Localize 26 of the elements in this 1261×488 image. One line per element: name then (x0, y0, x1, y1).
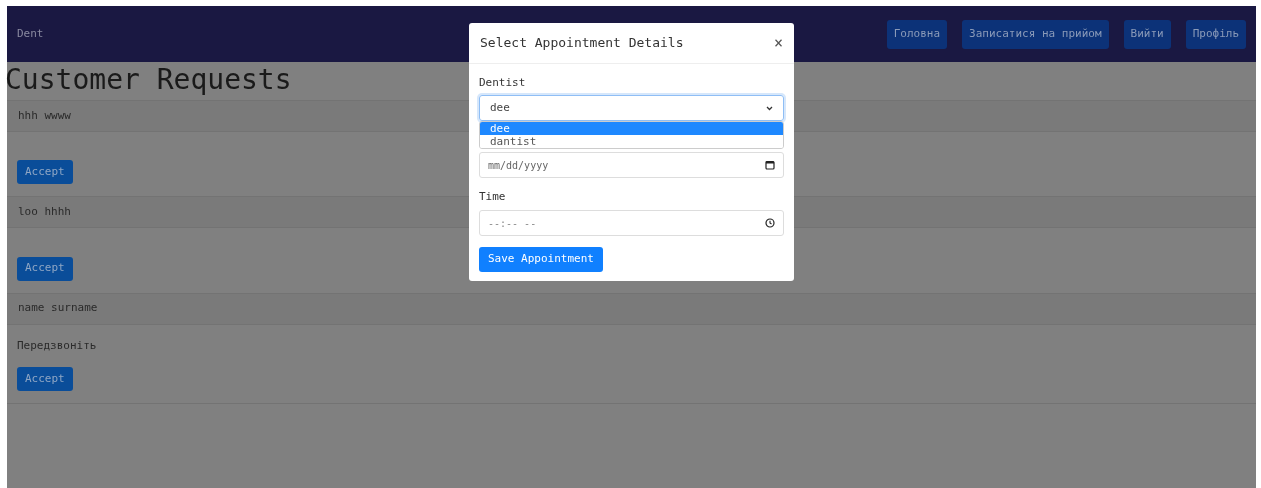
nav-button[interactable]: Записатися на прийом (962, 19, 1109, 49)
nav-button[interactable]: Профіль (1185, 19, 1246, 49)
page-heading: Customer Requests (5, 62, 292, 98)
dropdown-option[interactable]: dee (480, 122, 783, 135)
clock-icon (765, 218, 775, 228)
customer-name: name surname (18, 300, 98, 317)
calendar-icon (765, 160, 775, 170)
accept-button[interactable]: Accept (17, 160, 73, 185)
customer-name: hhh wwww (18, 107, 71, 124)
nav-button[interactable]: Вийти (1123, 19, 1171, 49)
save-appointment-button[interactable]: Save Appointment (479, 247, 603, 272)
date-field[interactable]: mm/dd/yyyy (479, 152, 784, 178)
accept-button[interactable]: Accept (17, 256, 73, 281)
modal-title: Select Appointment Details (480, 34, 684, 53)
field-label: Dentist (479, 75, 527, 89)
time-field[interactable]: --:-- -- (479, 210, 784, 236)
nav-button[interactable]: Головна (886, 19, 948, 49)
dropdown-option[interactable]: dantist (480, 135, 783, 148)
accept-button[interactable]: Accept (17, 366, 73, 391)
close-button[interactable]: × (773, 35, 783, 51)
chevron-icon (766, 105, 773, 111)
brand-link[interactable]: Dent (17, 25, 44, 43)
dentist-select[interactable]: dee (479, 95, 784, 121)
customer-name: loo hhhh (18, 204, 71, 220)
request-message: Передзвоніть (17, 337, 98, 354)
field-label: Time (479, 189, 507, 203)
